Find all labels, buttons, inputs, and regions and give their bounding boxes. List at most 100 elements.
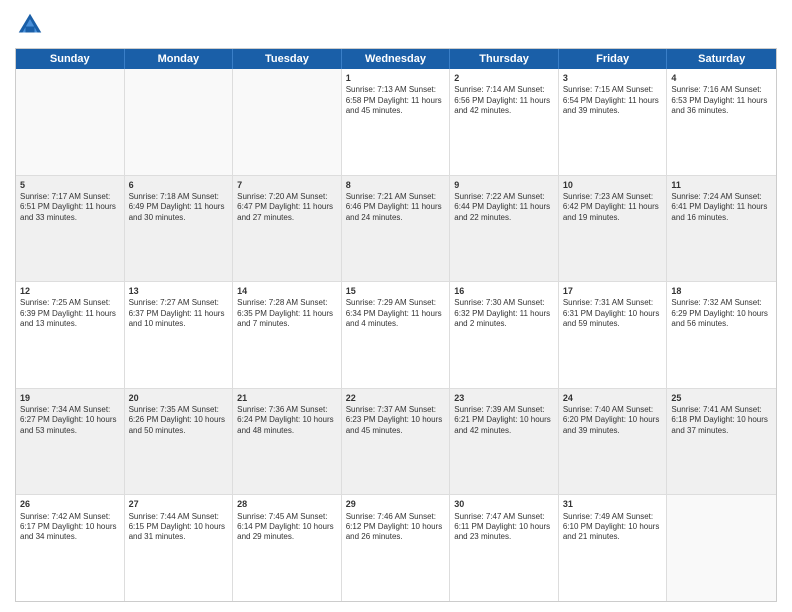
calendar-cell: 1Sunrise: 7:13 AM Sunset: 6:58 PM Daylig… [342,69,451,175]
day-number: 19 [20,392,120,404]
day-number: 31 [563,498,663,510]
cell-info: Sunrise: 7:29 AM Sunset: 6:34 PM Dayligh… [346,298,446,329]
cell-info: Sunrise: 7:45 AM Sunset: 6:14 PM Dayligh… [237,512,337,543]
calendar-cell: 20Sunrise: 7:35 AM Sunset: 6:26 PM Dayli… [125,389,234,495]
day-number: 8 [346,179,446,191]
calendar-body: 1Sunrise: 7:13 AM Sunset: 6:58 PM Daylig… [16,69,776,601]
cell-info: Sunrise: 7:25 AM Sunset: 6:39 PM Dayligh… [20,298,120,329]
day-number: 25 [671,392,772,404]
header-day-friday: Friday [559,49,668,69]
day-number: 6 [129,179,229,191]
calendar-cell: 11Sunrise: 7:24 AM Sunset: 6:41 PM Dayli… [667,176,776,282]
header-day-tuesday: Tuesday [233,49,342,69]
page: SundayMondayTuesdayWednesdayThursdayFrid… [0,0,792,612]
cell-info: Sunrise: 7:47 AM Sunset: 6:11 PM Dayligh… [454,512,554,543]
calendar-cell [667,495,776,601]
calendar-cell: 25Sunrise: 7:41 AM Sunset: 6:18 PM Dayli… [667,389,776,495]
day-number: 1 [346,72,446,84]
day-number: 3 [563,72,663,84]
calendar-cell: 26 Sunrise: 7:42 AM Sunset: 6:17 PM Dayli… [16,495,125,601]
calendar-cell: 23Sunrise: 7:39 AM Sunset: 6:21 PM Dayli… [450,389,559,495]
calendar-cell: 21Sunrise: 7:36 AM Sunset: 6:24 PM Dayli… [233,389,342,495]
cell-info: Sunrise: 7:23 AM Sunset: 6:42 PM Dayligh… [563,192,663,223]
logo-icon [15,10,45,40]
day-number: 22 [346,392,446,404]
cell-info: Sunrise: 7:24 AM Sunset: 6:41 PM Dayligh… [671,192,772,223]
calendar-cell: 13Sunrise: 7:27 AM Sunset: 6:37 PM Dayli… [125,282,234,388]
cell-info: Sunrise: 7:44 AM Sunset: 6:15 PM Dayligh… [129,512,229,543]
cell-info: Sunrise: 7:28 AM Sunset: 6:35 PM Dayligh… [237,298,337,329]
calendar: SundayMondayTuesdayWednesdayThursdayFrid… [15,48,777,602]
calendar-row-0: 1Sunrise: 7:13 AM Sunset: 6:58 PM Daylig… [16,69,776,175]
day-number: 28 [237,498,337,510]
calendar-cell: 22Sunrise: 7:37 AM Sunset: 6:23 PM Dayli… [342,389,451,495]
cell-info: Sunrise: 7:14 AM Sunset: 6:56 PM Dayligh… [454,85,554,116]
calendar-cell: 6Sunrise: 7:18 AM Sunset: 6:49 PM Daylig… [125,176,234,282]
calendar-cell [125,69,234,175]
cell-info: Sunrise: 7:18 AM Sunset: 6:49 PM Dayligh… [129,192,229,223]
calendar-cell: 27 Sunrise: 7:44 AM Sunset: 6:15 PM Dayli… [125,495,234,601]
calendar-cell: 12Sunrise: 7:25 AM Sunset: 6:39 PM Dayli… [16,282,125,388]
calendar-row-1: 5Sunrise: 7:17 AM Sunset: 6:51 PM Daylig… [16,175,776,282]
calendar-row-2: 12Sunrise: 7:25 AM Sunset: 6:39 PM Dayli… [16,281,776,388]
day-number: 27 [129,498,229,510]
calendar-cell: 14Sunrise: 7:28 AM Sunset: 6:35 PM Dayli… [233,282,342,388]
day-number: 9 [454,179,554,191]
cell-info: Sunrise: 7:46 AM Sunset: 6:12 PM Dayligh… [346,512,446,543]
cell-info: Sunrise: 7:32 AM Sunset: 6:29 PM Dayligh… [671,298,772,329]
calendar-cell: 28 Sunrise: 7:45 AM Sunset: 6:14 PM Dayli… [233,495,342,601]
calendar-cell: 5Sunrise: 7:17 AM Sunset: 6:51 PM Daylig… [16,176,125,282]
cell-info: Sunrise: 7:40 AM Sunset: 6:20 PM Dayligh… [563,405,663,436]
cell-info: Sunrise: 7:17 AM Sunset: 6:51 PM Dayligh… [20,192,120,223]
calendar-cell: 16Sunrise: 7:30 AM Sunset: 6:32 PM Dayli… [450,282,559,388]
calendar-cell: 24Sunrise: 7:40 AM Sunset: 6:20 PM Dayli… [559,389,668,495]
day-number: 12 [20,285,120,297]
cell-info: Sunrise: 7:13 AM Sunset: 6:58 PM Dayligh… [346,85,446,116]
cell-info: Sunrise: 7:30 AM Sunset: 6:32 PM Dayligh… [454,298,554,329]
day-number: 10 [563,179,663,191]
cell-info: Sunrise: 7:21 AM Sunset: 6:46 PM Dayligh… [346,192,446,223]
day-number: 2 [454,72,554,84]
day-number: 26 [20,498,120,510]
calendar-cell: 9Sunrise: 7:22 AM Sunset: 6:44 PM Daylig… [450,176,559,282]
day-number: 29 [346,498,446,510]
calendar-cell: 10Sunrise: 7:23 AM Sunset: 6:42 PM Dayli… [559,176,668,282]
cell-info: Sunrise: 7:39 AM Sunset: 6:21 PM Dayligh… [454,405,554,436]
cell-info: Sunrise: 7:15 AM Sunset: 6:54 PM Dayligh… [563,85,663,116]
day-number: 15 [346,285,446,297]
calendar-cell: 19Sunrise: 7:34 AM Sunset: 6:27 PM Dayli… [16,389,125,495]
cell-info: Sunrise: 7:36 AM Sunset: 6:24 PM Dayligh… [237,405,337,436]
calendar-row-4: 26 Sunrise: 7:42 AM Sunset: 6:17 PM Dayli… [16,494,776,601]
day-number: 23 [454,392,554,404]
header-day-saturday: Saturday [667,49,776,69]
calendar-header: SundayMondayTuesdayWednesdayThursdayFrid… [16,49,776,69]
day-number: 24 [563,392,663,404]
calendar-cell [233,69,342,175]
day-number: 18 [671,285,772,297]
header-day-monday: Monday [125,49,234,69]
cell-info: Sunrise: 7:42 AM Sunset: 6:17 PM Dayligh… [20,512,120,543]
day-number: 13 [129,285,229,297]
cell-info: Sunrise: 7:49 AM Sunset: 6:10 PM Dayligh… [563,512,663,543]
calendar-cell: 4Sunrise: 7:16 AM Sunset: 6:53 PM Daylig… [667,69,776,175]
cell-info: Sunrise: 7:37 AM Sunset: 6:23 PM Dayligh… [346,405,446,436]
calendar-cell: 18Sunrise: 7:32 AM Sunset: 6:29 PM Dayli… [667,282,776,388]
cell-info: Sunrise: 7:16 AM Sunset: 6:53 PM Dayligh… [671,85,772,116]
calendar-cell: 8Sunrise: 7:21 AM Sunset: 6:46 PM Daylig… [342,176,451,282]
calendar-cell: 31 Sunrise: 7:49 AM Sunset: 6:10 PM Dayli… [559,495,668,601]
day-number: 17 [563,285,663,297]
header [15,10,777,40]
cell-info: Sunrise: 7:20 AM Sunset: 6:47 PM Dayligh… [237,192,337,223]
calendar-cell: 17Sunrise: 7:31 AM Sunset: 6:31 PM Dayli… [559,282,668,388]
calendar-row-3: 19Sunrise: 7:34 AM Sunset: 6:27 PM Dayli… [16,388,776,495]
cell-info: Sunrise: 7:41 AM Sunset: 6:18 PM Dayligh… [671,405,772,436]
calendar-cell [16,69,125,175]
day-number: 20 [129,392,229,404]
header-day-sunday: Sunday [16,49,125,69]
day-number: 16 [454,285,554,297]
header-day-thursday: Thursday [450,49,559,69]
logo [15,10,49,40]
calendar-cell: 30Sunrise: 7:47 AM Sunset: 6:11 PM Dayli… [450,495,559,601]
cell-info: Sunrise: 7:27 AM Sunset: 6:37 PM Dayligh… [129,298,229,329]
day-number: 7 [237,179,337,191]
